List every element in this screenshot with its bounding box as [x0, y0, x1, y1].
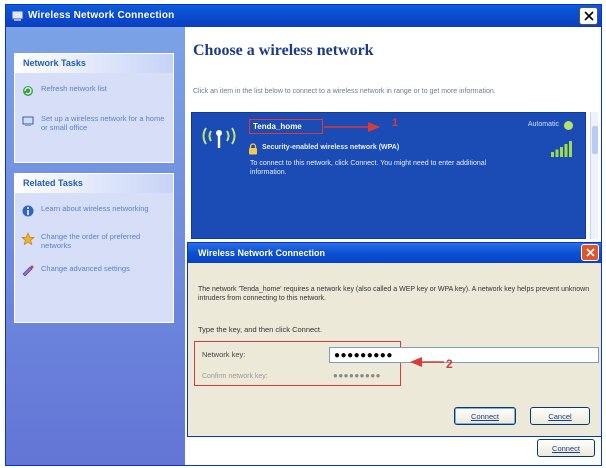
network-key-label: Network key: — [202, 350, 246, 359]
network-key-dialog: Wireless Network Connection The network … — [187, 242, 602, 437]
network-tasks-header[interactable]: Network Tasks — [15, 54, 173, 73]
task-sidebar: Network Tasks Refresh network list Set u… — [6, 27, 185, 465]
callout-number-2: 2 — [446, 357, 453, 371]
window-close-button[interactable] — [579, 7, 598, 25]
task-label: Set up a wireless network for a home or … — [41, 114, 165, 132]
dialog-title: Wireless Network Connection — [198, 248, 325, 258]
task-label: Learn about wireless networking — [41, 204, 149, 213]
dialog-connect-button[interactable]: Connect — [454, 407, 516, 425]
settings-icon — [22, 265, 34, 277]
task-change-advanced-settings[interactable]: Change advanced settings — [15, 261, 173, 281]
task-label: Change advanced settings — [41, 264, 130, 273]
info-icon — [22, 205, 34, 217]
lock-icon — [249, 143, 257, 155]
callout-arrow-1 — [324, 122, 380, 132]
wireless-app-icon — [11, 10, 24, 21]
signal-strength-icon — [551, 141, 572, 157]
refresh-icon — [23, 86, 33, 96]
dialog-cancel-button[interactable]: Cancel — [530, 407, 590, 425]
task-learn-about-wireless[interactable]: Learn about wireless networking — [15, 201, 173, 221]
related-tasks-header[interactable]: Related Tasks — [15, 174, 173, 193]
dialog-message: The network 'Tenda_home' requires a netw… — [198, 286, 590, 302]
close-icon — [585, 248, 595, 257]
dialog-titlebar[interactable]: Wireless Network Connection — [188, 243, 601, 263]
dialog-prompt: Type the key, and then click Connect. — [198, 325, 323, 334]
page-title: Choose a wireless network — [193, 42, 374, 59]
status-indicator-icon — [564, 121, 573, 130]
window-title: Wireless Network Connection — [28, 10, 175, 21]
task-change-preferred-order[interactable]: Change the order of preferred networks — [15, 229, 173, 253]
network-tasks-panel: Network Tasks Refresh network list Set u… — [14, 53, 174, 163]
network-name: Tenda_home — [249, 119, 323, 134]
task-label: Refresh network list — [41, 84, 107, 93]
network-key-input[interactable]: ●●●●●●●●● — [329, 347, 599, 363]
window-titlebar[interactable]: Wireless Network Connection — [6, 5, 601, 27]
task-refresh-network-list[interactable]: Refresh network list — [15, 81, 173, 101]
main-connect-button[interactable]: Connect — [537, 439, 595, 457]
callout-arrow-2 — [410, 357, 444, 367]
network-security: Security-enabled wireless network (WPA) — [262, 144, 400, 151]
star-icon — [21, 232, 35, 246]
setup-network-icon — [22, 116, 34, 126]
scrollbar-thumb[interactable] — [592, 126, 598, 154]
close-icon — [583, 11, 594, 21]
network-description: To connect to this network, click Connec… — [250, 160, 487, 176]
wireless-antenna-icon — [202, 127, 236, 148]
dialog-close-button[interactable] — [581, 244, 599, 261]
task-label: Change the order of preferred networks — [41, 232, 141, 250]
network-status: Automatic — [527, 121, 559, 128]
instruction-text: Click an item in the list below to conne… — [193, 88, 496, 95]
confirm-key-label: Confirm network key: — [202, 373, 268, 380]
related-tasks-panel: Related Tasks Learn about wireless netwo… — [14, 173, 174, 323]
confirm-key-input[interactable]: ●●●●●●●●● — [329, 371, 399, 384]
network-list-item[interactable]: Tenda_home 1 Automatic Security-enabled … — [191, 112, 586, 239]
callout-number-1: 1 — [392, 117, 399, 129]
task-setup-wireless-network[interactable]: Set up a wireless network for a home or … — [15, 111, 173, 135]
network-list-scrollbar[interactable] — [590, 112, 598, 239]
